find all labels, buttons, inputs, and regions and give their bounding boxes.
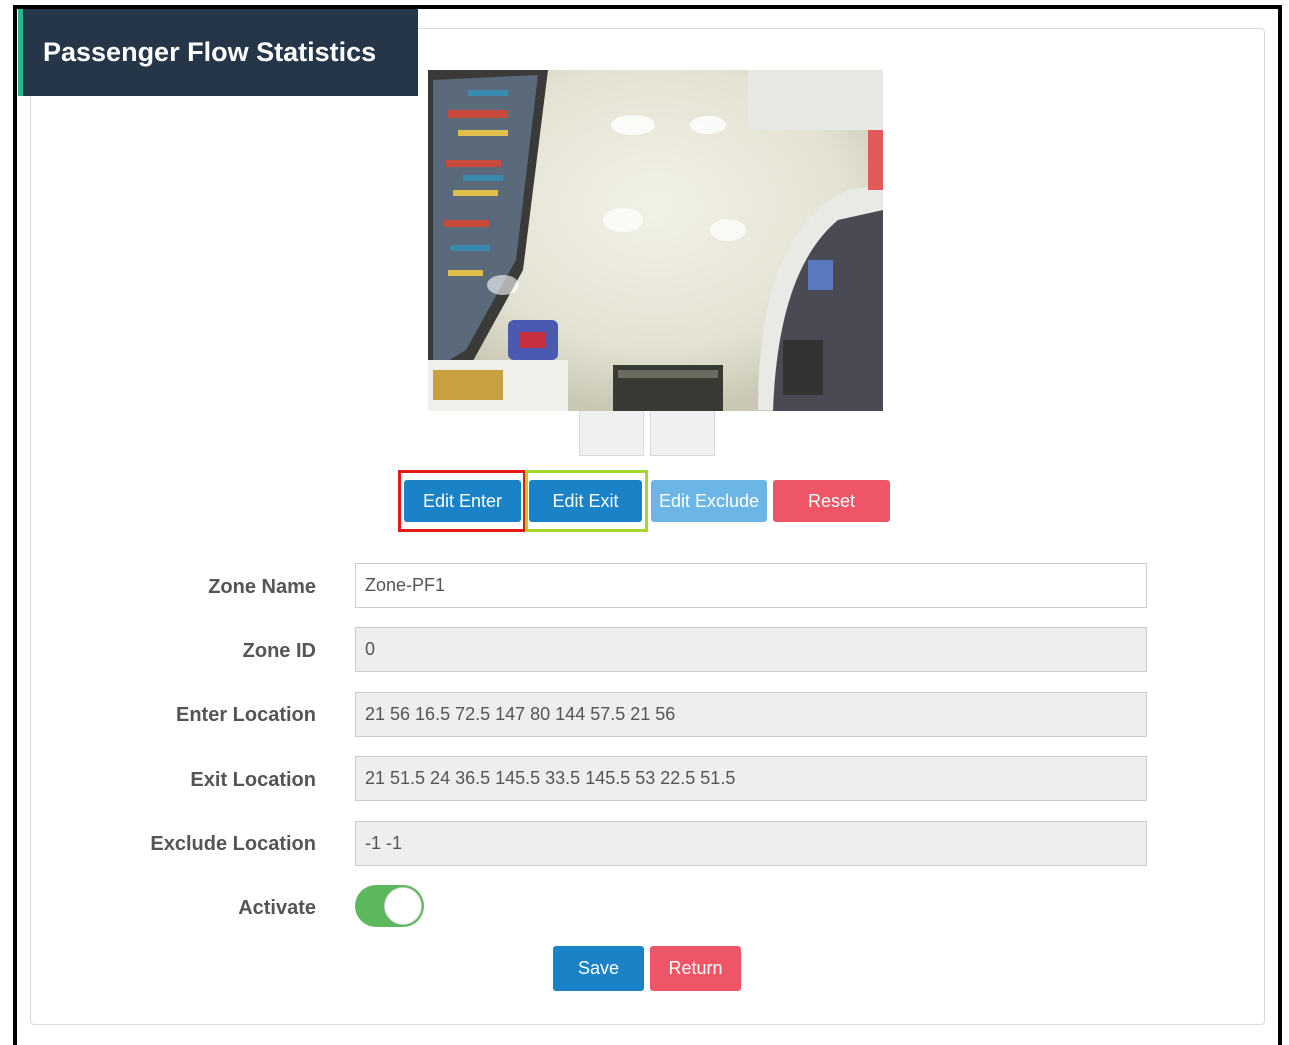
activate-toggle[interactable]: [355, 885, 424, 927]
reset-button[interactable]: Reset: [773, 480, 890, 522]
exclude-location-field: -1 -1: [355, 821, 1147, 866]
edit-enter-button[interactable]: Edit Enter: [404, 480, 521, 522]
toggle-knob: [384, 887, 422, 925]
return-button[interactable]: Return: [650, 946, 741, 991]
zone-name-input[interactable]: Zone-PF1: [355, 563, 1147, 608]
exit-location-field: 21 51.5 24 36.5 145.5 33.5 145.5 53 22.5…: [355, 756, 1147, 801]
camera-image: [428, 70, 883, 411]
enter-location-field: 21 56 16.5 72.5 147 80 144 57.5 21 56: [355, 692, 1147, 737]
thumbnail-slot-2[interactable]: [650, 411, 715, 456]
zone-id-label: Zone ID: [242, 640, 316, 662]
page-header: Passenger Flow Statistics: [18, 9, 418, 96]
thumbnail-slot-1[interactable]: [579, 411, 644, 456]
edit-exit-button[interactable]: Edit Exit: [529, 480, 642, 522]
camera-view[interactable]: [428, 70, 883, 411]
exclude-location-label: Exclude Location: [150, 833, 316, 855]
zone-name-label: Zone Name: [208, 576, 316, 598]
save-button[interactable]: Save: [553, 946, 644, 991]
enter-location-label: Enter Location: [175, 704, 316, 726]
activate-label: Activate: [238, 897, 316, 919]
edit-exclude-button[interactable]: Edit Exclude: [651, 480, 767, 522]
page-title: Passenger Flow Statistics: [43, 37, 377, 67]
zone-id-field: 0: [355, 627, 1147, 672]
exit-location-label: Exit Location: [190, 769, 316, 791]
